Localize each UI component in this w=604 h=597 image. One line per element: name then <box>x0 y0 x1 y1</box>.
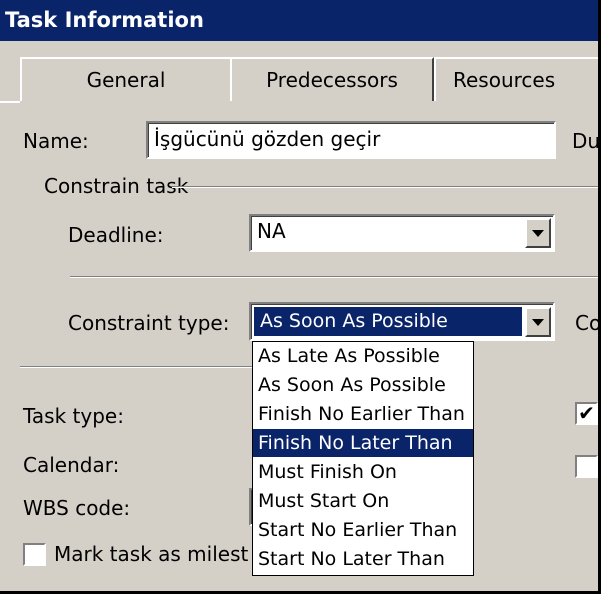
deadline-combobox[interactable]: NA <box>249 214 555 252</box>
constraint-type-value: As Soon As Possible <box>260 310 448 332</box>
tab-predecessors[interactable]: Predecessors <box>230 57 434 101</box>
separator-line-2 <box>20 366 252 368</box>
tab-panel-edge <box>0 101 20 103</box>
dropdown-option[interactable]: Must Finish On <box>253 458 473 486</box>
chevron-down-icon <box>532 230 544 237</box>
name-input[interactable]: İşgücünü gözden geçir <box>146 121 556 159</box>
title-bar[interactable]: Task Information <box>0 0 598 41</box>
constrain-task-group-label: Constrain task <box>44 174 188 198</box>
constraint-type-dropdown-list[interactable]: As Late As Possible As Soon As Possible … <box>252 341 474 576</box>
dropdown-option[interactable]: Must Start On <box>253 487 473 515</box>
dropdown-option-label: Finish No Later Than <box>258 432 453 454</box>
dropdown-option-label: As Soon As Possible <box>258 374 446 396</box>
dropdown-option-label: Must Finish On <box>258 461 397 483</box>
checkmark-icon: ✔ <box>578 401 595 425</box>
dropdown-option[interactable]: Start No Later Than <box>253 545 473 573</box>
name-label-text: Name: <box>23 129 89 153</box>
dropdown-option-label: Must Start On <box>258 490 390 512</box>
deadline-dropdown-button[interactable] <box>525 218 551 248</box>
separator-line <box>70 276 598 278</box>
constraint-type-label-text: Constraint type: <box>68 311 230 335</box>
calendar-label: Calendar: <box>23 453 119 477</box>
dropdown-option-label: Start No Earlier Than <box>258 519 458 541</box>
constraint-type-selected: As Soon As Possible <box>254 307 522 336</box>
constraint-date-label-partial: Co <box>575 311 601 335</box>
dropdown-option-highlighted[interactable]: Finish No Later Than <box>253 429 473 457</box>
task-type-label-text: Task type: <box>23 404 124 428</box>
effort-driven-checkbox[interactable]: ✔ <box>575 402 598 425</box>
dialog-title: Task Information <box>5 8 204 32</box>
chevron-down-icon <box>532 319 544 326</box>
mark-milestone-label: Mark task as milest <box>54 542 248 566</box>
constrain-task-label-text: Constrain task <box>44 174 189 198</box>
constraint-date-label-text: Co <box>575 311 601 335</box>
deadline-label-text: Deadline: <box>68 223 164 247</box>
tab-general-label: General <box>86 68 166 92</box>
deadline-value: NA <box>257 219 286 243</box>
dropdown-option-label: As Late As Possible <box>258 345 440 367</box>
dropdown-option-label: Start No Later Than <box>258 548 445 570</box>
deadline-label: Deadline: <box>68 223 164 247</box>
duration-label-text: Du <box>572 129 601 153</box>
group-box-top-line <box>172 186 598 188</box>
dropdown-option-label: Finish No Earlier Than <box>258 403 465 425</box>
dropdown-option[interactable]: Finish No Earlier Than <box>253 400 473 428</box>
tab-resources[interactable]: Resources <box>434 57 598 101</box>
tab-resources-label: Resources <box>453 68 556 92</box>
wbs-code-label-text: WBS code: <box>23 496 131 520</box>
scheduling-ignores-checkbox[interactable] <box>575 455 598 478</box>
dropdown-option[interactable]: Start No Earlier Than <box>253 516 473 544</box>
constraint-type-label: Constraint type: <box>68 311 229 335</box>
constraint-type-dropdown-button[interactable] <box>525 307 551 337</box>
dropdown-option[interactable]: As Late As Possible <box>253 342 473 370</box>
tab-predecessors-label: Predecessors <box>266 68 398 92</box>
task-type-label: Task type: <box>23 404 124 428</box>
duration-label-partial: Du <box>572 129 601 153</box>
mark-milestone-label-text: Mark task as milest <box>54 542 249 566</box>
mark-milestone-checkbox[interactable] <box>23 543 46 566</box>
tab-general[interactable]: General <box>20 57 230 101</box>
dropdown-option[interactable]: As Soon As Possible <box>253 371 473 399</box>
constraint-type-combobox[interactable]: As Soon As Possible <box>249 302 555 341</box>
wbs-code-label: WBS code: <box>23 496 130 520</box>
name-input-value: İşgücünü gözden geçir <box>154 127 381 151</box>
calendar-label-text: Calendar: <box>23 453 120 477</box>
task-information-dialog: Task Information General Predecessors Re… <box>0 0 601 594</box>
name-label: Name: <box>23 129 89 153</box>
